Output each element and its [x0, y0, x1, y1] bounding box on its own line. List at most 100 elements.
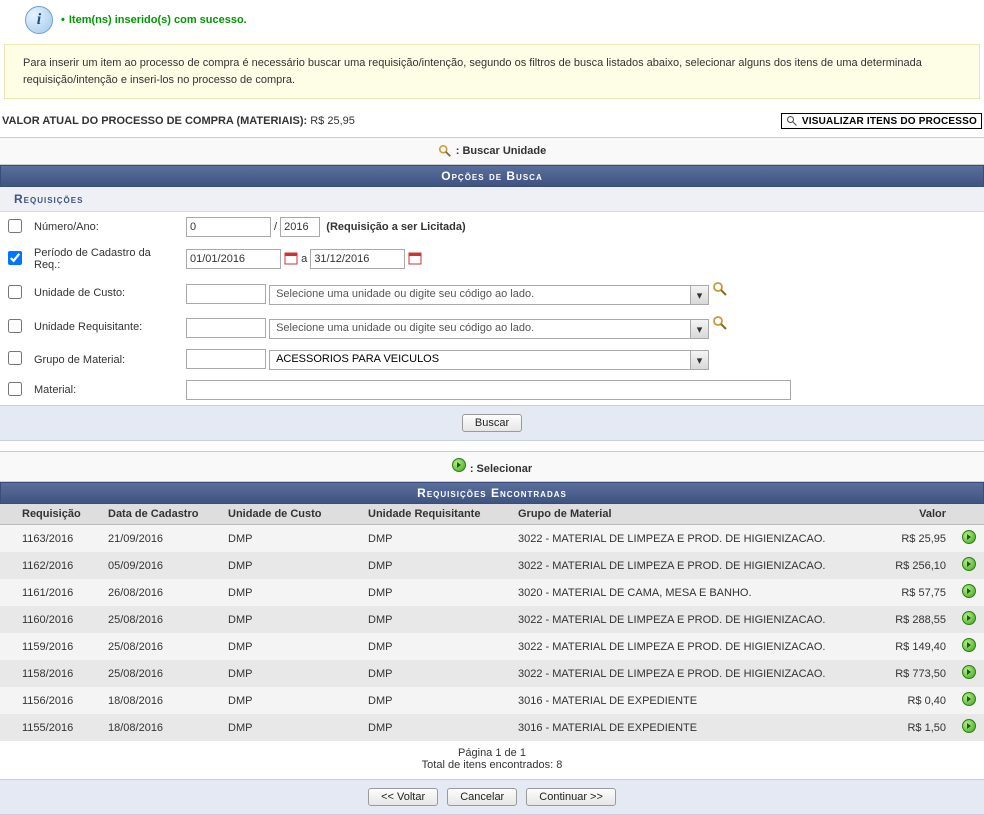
- filter-numero-checkbox[interactable]: [8, 219, 22, 233]
- periodo-fim-input[interactable]: [310, 249, 405, 269]
- search-unidade-req-button[interactable]: [712, 322, 728, 334]
- th-ur: Unidade Requisitante: [360, 504, 510, 525]
- cell-grupo: 3022 - MATERIAL DE LIMPEZA E PROD. DE HI…: [510, 606, 864, 633]
- table-row: 1155/201618/08/2016DMPDMP3016 - MATERIAL…: [0, 714, 984, 741]
- cell-req: 1161/2016: [0, 579, 100, 606]
- periodo-inicio-input[interactable]: [186, 249, 281, 269]
- select-row-button[interactable]: [962, 557, 976, 571]
- cell-req: 1156/2016: [0, 687, 100, 714]
- cell-ur: DMP: [360, 552, 510, 579]
- search-icon: [786, 115, 798, 127]
- cell-ur: DMP: [360, 579, 510, 606]
- select-row-button[interactable]: [962, 584, 976, 598]
- select-row-button[interactable]: [962, 530, 976, 544]
- filter-unidade-req-checkbox[interactable]: [8, 319, 22, 333]
- cell-uc: DMP: [220, 687, 360, 714]
- cell-valor: R$ 256,10: [864, 552, 954, 579]
- info-icon: i: [25, 6, 53, 34]
- chevron-down-icon: ▾: [690, 286, 708, 304]
- select-row-button[interactable]: [962, 719, 976, 733]
- filter-unidade-custo-checkbox[interactable]: [8, 285, 22, 299]
- numero-hint: (Requisição a ser Licitada): [326, 221, 465, 233]
- search-unidade-custo-button[interactable]: [712, 288, 728, 300]
- unidade-custo-select[interactable]: Selecione uma unidade ou digite seu códi…: [269, 285, 709, 305]
- table-row: 1161/201626/08/2016DMPDMP3020 - MATERIAL…: [0, 579, 984, 606]
- cell-req: 1158/2016: [0, 660, 100, 687]
- cell-ur: DMP: [360, 687, 510, 714]
- filter-periodo-checkbox[interactable]: [8, 251, 22, 265]
- unidade-custo-code-input[interactable]: [186, 284, 266, 304]
- valor-atual: VALOR ATUAL DO PROCESSO DE COMPRA (MATER…: [2, 115, 355, 127]
- table-row: 1159/201625/08/2016DMPDMP3022 - MATERIAL…: [0, 633, 984, 660]
- filter-grupo-label: Grupo de Material:: [30, 344, 180, 375]
- cell-ur: DMP: [360, 633, 510, 660]
- unidade-req-code-input[interactable]: [186, 318, 266, 338]
- th-valor: Valor: [864, 504, 954, 525]
- cell-data: 18/08/2016: [100, 714, 220, 741]
- cell-data: 25/08/2016: [100, 660, 220, 687]
- section-header-encontradas: Requisições Encontradas: [0, 482, 984, 504]
- cell-req: 1162/2016: [0, 552, 100, 579]
- select-icon: [452, 458, 466, 472]
- buscar-button[interactable]: Buscar: [462, 414, 522, 432]
- cell-grupo: 3022 - MATERIAL DE LIMPEZA E PROD. DE HI…: [510, 552, 864, 579]
- select-row-button[interactable]: [962, 611, 976, 625]
- cell-ur: DMP: [360, 714, 510, 741]
- cell-grupo: 3022 - MATERIAL DE LIMPEZA E PROD. DE HI…: [510, 525, 864, 553]
- instruction-box: Para inserir um item ao processo de comp…: [4, 44, 980, 99]
- filter-grupo-checkbox[interactable]: [8, 351, 22, 365]
- cell-data: 05/09/2016: [100, 552, 220, 579]
- grupo-material-select[interactable]: ACESSORIOS PARA VEICULOS ▾: [269, 350, 709, 370]
- cancelar-button[interactable]: Cancelar: [447, 788, 517, 806]
- cell-uc: DMP: [220, 660, 360, 687]
- cell-valor: R$ 1,50: [864, 714, 954, 741]
- cell-grupo: 3020 - MATERIAL DE CAMA, MESA E BANHO.: [510, 579, 864, 606]
- section-header-opcoes-busca: Opções de Busca: [0, 165, 984, 187]
- cell-uc: DMP: [220, 579, 360, 606]
- cell-ur: DMP: [360, 525, 510, 553]
- unidade-req-select[interactable]: Selecione uma unidade ou digite seu códi…: [269, 319, 709, 339]
- filter-material-label: Material:: [30, 375, 180, 405]
- th-grupo: Grupo de Material: [510, 504, 864, 525]
- th-data: Data de Cadastro: [100, 504, 220, 525]
- visualizar-itens-button[interactable]: VISUALIZAR ITENS DO PROCESSO: [781, 113, 982, 129]
- cell-uc: DMP: [220, 714, 360, 741]
- filter-material-checkbox[interactable]: [8, 382, 22, 396]
- search-icon: [438, 144, 452, 158]
- cell-data: 21/09/2016: [100, 525, 220, 553]
- ano-input[interactable]: [280, 217, 320, 237]
- grupo-code-input[interactable]: [186, 349, 266, 369]
- calendar-icon[interactable]: [408, 251, 422, 268]
- legend-selecionar: : Selecionar: [0, 451, 984, 482]
- numero-input[interactable]: [186, 217, 271, 237]
- periodo-sep: a: [301, 253, 307, 265]
- filter-unidade-req-label: Unidade Requisitante:: [30, 310, 180, 344]
- filter-numero-label: Número/Ano:: [30, 212, 180, 242]
- select-row-button[interactable]: [962, 692, 976, 706]
- cell-req: 1155/2016: [0, 714, 100, 741]
- material-input[interactable]: [186, 380, 791, 400]
- cell-uc: DMP: [220, 525, 360, 553]
- filter-periodo-label: Período de Cadastro da Req.:: [30, 242, 180, 276]
- calendar-icon[interactable]: [284, 251, 298, 268]
- results-table: Requisição Data de Cadastro Unidade de C…: [0, 504, 984, 741]
- table-row: 1163/201621/09/2016DMPDMP3022 - MATERIAL…: [0, 525, 984, 553]
- filter-unidade-custo-label: Unidade de Custo:: [30, 276, 180, 310]
- chevron-down-icon: ▾: [690, 320, 708, 338]
- cell-req: 1163/2016: [0, 525, 100, 553]
- select-row-button[interactable]: [962, 638, 976, 652]
- th-uc: Unidade de Custo: [220, 504, 360, 525]
- footer-buttons: << Voltar Cancelar Continuar >>: [0, 779, 984, 815]
- cell-valor: R$ 149,40: [864, 633, 954, 660]
- voltar-button[interactable]: << Voltar: [368, 788, 438, 806]
- cell-grupo: 3022 - MATERIAL DE LIMPEZA E PROD. DE HI…: [510, 633, 864, 660]
- select-row-button[interactable]: [962, 665, 976, 679]
- table-row: 1160/201625/08/2016DMPDMP3022 - MATERIAL…: [0, 606, 984, 633]
- cell-uc: DMP: [220, 552, 360, 579]
- pagination: Página 1 de 1 Total de itens encontrados…: [0, 741, 984, 773]
- success-text: •Item(ns) inserido(s) com sucesso.: [61, 14, 247, 26]
- cell-grupo: 3022 - MATERIAL DE LIMPEZA E PROD. DE HI…: [510, 660, 864, 687]
- cell-valor: R$ 288,55: [864, 606, 954, 633]
- continuar-button[interactable]: Continuar >>: [526, 788, 616, 806]
- table-row: 1158/201625/08/2016DMPDMP3022 - MATERIAL…: [0, 660, 984, 687]
